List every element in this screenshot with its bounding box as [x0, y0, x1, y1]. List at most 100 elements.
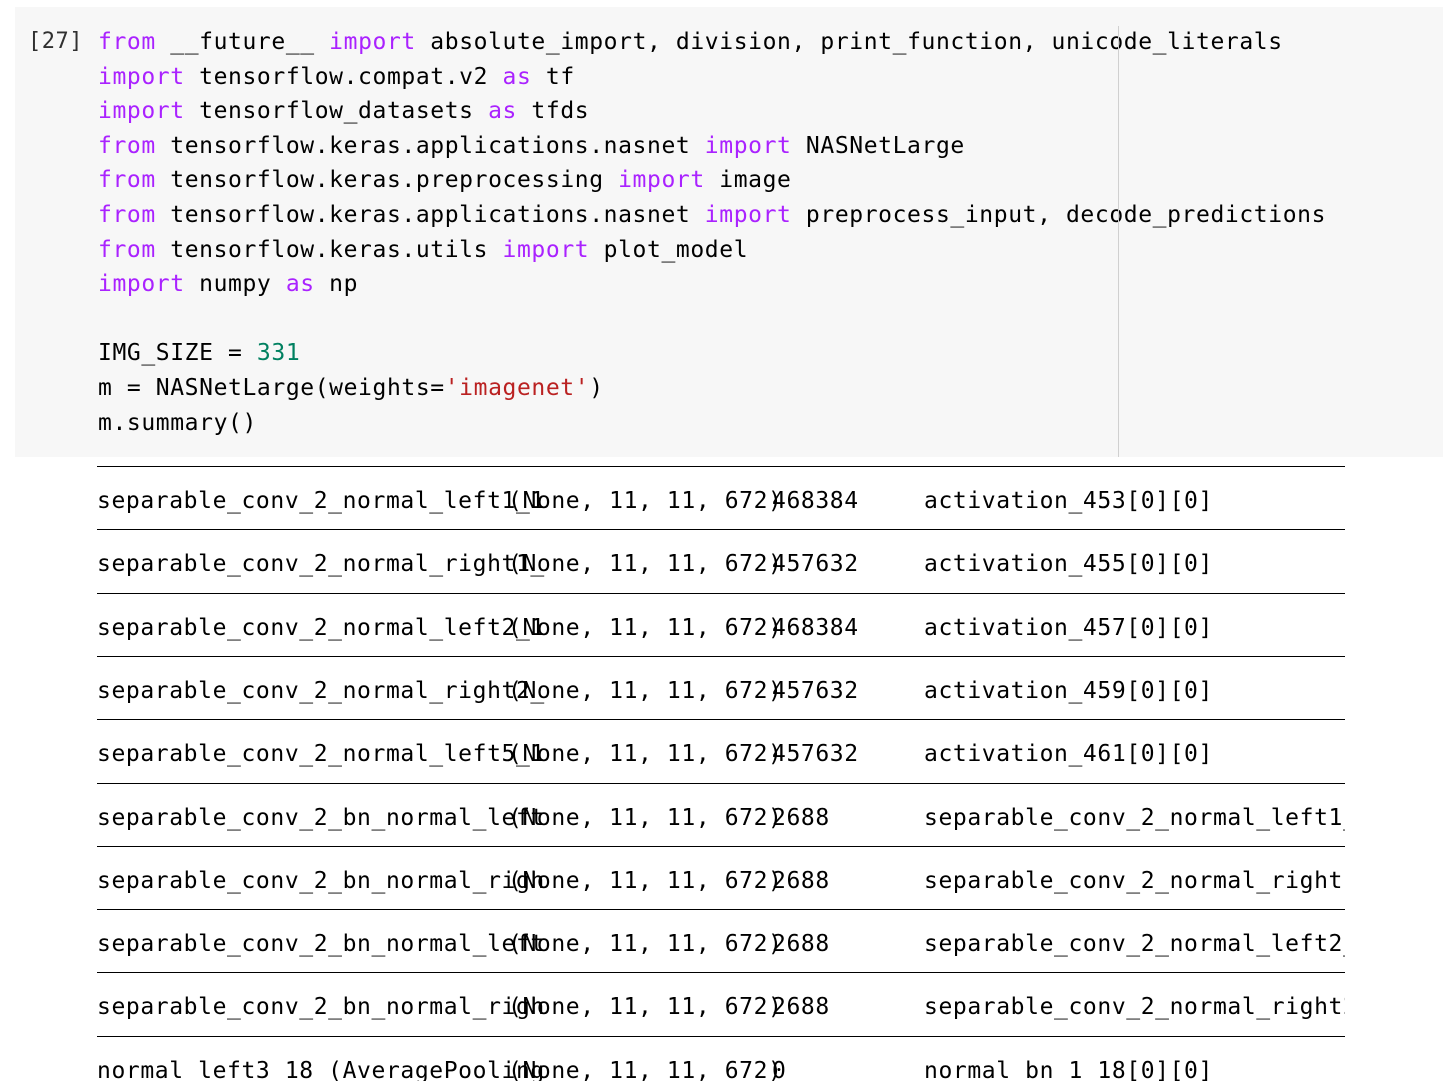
summary-row: separable_conv_2_normal_left2_1 (None, 11… [97, 610, 1345, 646]
code-line: from tensorflow.keras.applications.nasne… [98, 129, 1326, 164]
summary-row: separable_conv_2_normal_left5_1 (None, 11… [97, 736, 1345, 772]
summary-separator [97, 529, 1345, 531]
summary-row: separable_conv_2_bn_normal_left (None, 11… [97, 800, 1345, 836]
code-text: np [314, 271, 359, 298]
layer-name: separable_conv_2_bn_normal_left [97, 804, 545, 831]
code-keyword: import [98, 63, 185, 90]
layer-name: separable_conv_2_bn_normal_righ [97, 867, 545, 894]
output-shape: (None, 11, 11, 672) [508, 994, 783, 1021]
layer-name: separable_conv_2_bn_normal_righ [97, 994, 545, 1021]
connected-to: activation_457[0][0] [924, 614, 1213, 641]
code-line: from tensorflow.keras.preprocessing impo… [98, 163, 1326, 198]
code-keyword: from [98, 167, 156, 194]
param-count: 457632 [772, 551, 859, 578]
code-text: tensorflow.keras.preprocessing [155, 167, 619, 194]
code-text: plot_model [589, 236, 749, 263]
output-shape: (None, 11, 11, 672) [508, 551, 783, 578]
code-text: tensorflow_datasets [184, 98, 489, 125]
code-editor[interactable]: from __future__ import absolute_import, … [98, 25, 1326, 440]
param-count: 457632 [772, 741, 859, 768]
code-keyword: from [98, 201, 156, 228]
param-count: 2688 [772, 931, 830, 958]
code-text: image [704, 167, 792, 194]
output-shape: (None, 11, 11, 672) [508, 931, 783, 958]
summary-row: separable_conv_2_normal_left1_1 (None, 11… [97, 483, 1345, 519]
code-keyword: import [502, 236, 590, 263]
code-text: numpy [184, 271, 286, 298]
param-count: 0 [772, 1057, 787, 1081]
code-text: tensorflow.compat.v2 [184, 63, 503, 90]
connected-to: activation_455[0][0] [924, 551, 1213, 578]
summary-separator [97, 719, 1345, 721]
layer-name: separable_conv_2_normal_right1_ [97, 551, 545, 578]
code-keyword: import [98, 271, 185, 298]
connected-to: activation_461[0][0] [924, 741, 1213, 768]
code-text: __future__ [155, 29, 330, 55]
summary-separator [97, 466, 1345, 467]
summary-row: separable_conv_2_bn_normal_righ (None, 11… [97, 863, 1345, 899]
connected-to: separable_conv_2_normal_left1_18[ [924, 804, 1345, 831]
output-shape: (None, 11, 11, 672) [508, 1057, 783, 1081]
param-count: 457632 [772, 677, 859, 704]
code-line: from tensorflow.keras.applications.nasne… [98, 198, 1326, 233]
layer-name: separable_conv_2_normal_left2_1 [97, 614, 545, 641]
connected-to: separable_conv_2_normal_right2_18 [924, 994, 1345, 1021]
param-count: 468384 [772, 614, 859, 641]
code-keyword: import [98, 98, 185, 125]
summary-separator [97, 782, 1345, 784]
layer-name: separable_conv_2_normal_left1_1 [97, 488, 545, 514]
code-text: NASNetLarge [791, 132, 965, 159]
connected-to: activation_459[0][0] [924, 677, 1213, 704]
code-keyword: as [285, 271, 315, 298]
code-text: tf [531, 63, 575, 90]
layer-name: separable_conv_2_bn_normal_left [97, 931, 545, 958]
code-keyword: from [98, 29, 156, 55]
code-text: tensorflow.keras.applications.nasnet [155, 132, 705, 159]
code-keyword: from [98, 236, 156, 263]
param-count: 2688 [772, 804, 830, 831]
summary-separator [97, 592, 1345, 594]
param-count: 2688 [772, 867, 830, 894]
code-text: preprocess_input, decode_predictions [791, 201, 1327, 228]
connected-to: separable_conv_2_normal_right1_18 [924, 867, 1345, 894]
code-line: m = NASNetLarge(weights='imagenet') [98, 371, 1326, 406]
connected-to: normal_bn_1_18[0][0] [924, 1057, 1213, 1081]
param-count: 2688 [772, 994, 830, 1021]
layer-name: separable_conv_2_normal_right2_ [97, 677, 545, 704]
summary-separator [97, 655, 1345, 657]
output-shape: (None, 11, 11, 672) [508, 488, 783, 514]
summary-separator [97, 972, 1345, 974]
summary-row: normal_left3_18 (AveragePooling (None, 11… [97, 1053, 1345, 1081]
code-text: tensorflow.keras.applications.nasnet [155, 201, 705, 228]
code-line: import numpy as np [98, 267, 1326, 302]
summary-row: separable_conv_2_bn_normal_left (None, 11… [97, 926, 1345, 962]
code-line: m.summary() [98, 406, 1326, 441]
code-line: import tensorflow_datasets as tfds [98, 94, 1326, 129]
layer-name: separable_conv_2_normal_left5_1 [97, 741, 545, 768]
code-text: m = NASNetLarge(weights= [98, 374, 445, 401]
code-text: tfds [516, 98, 590, 125]
cell-execution-count: [27] [28, 29, 83, 54]
code-keyword: import [704, 201, 792, 228]
output-shape: (None, 11, 11, 672) [508, 741, 783, 768]
code-keyword: import [329, 29, 416, 55]
code-line: from __future__ import absolute_import, … [98, 25, 1326, 60]
connected-to: separable_conv_2_normal_left2_18[ [924, 931, 1345, 958]
output-shape: (None, 11, 11, 672) [508, 677, 783, 704]
code-keyword: import [704, 132, 792, 159]
output-shape: (None, 11, 11, 672) [508, 867, 783, 894]
param-count: 468384 [772, 488, 859, 514]
summary-row: separable_conv_2_normal_right1_ (None, 11… [97, 546, 1345, 582]
output-shape: (None, 11, 11, 672) [508, 614, 783, 641]
layer-name: normal_left3_18 (AveragePooling [97, 1057, 545, 1081]
code-keyword: import [618, 167, 705, 194]
summary-separator [97, 1035, 1345, 1037]
code-keyword: as [488, 98, 517, 125]
summary-row: separable_conv_2_bn_normal_righ (None, 11… [97, 989, 1345, 1025]
code-keyword: from [98, 132, 156, 159]
connected-to: activation_453[0][0] [924, 488, 1213, 514]
code-line: import tensorflow.compat.v2 as tf [98, 60, 1326, 95]
code-text: m.summary() [98, 409, 257, 436]
output-shape: (None, 11, 11, 672) [508, 804, 783, 831]
